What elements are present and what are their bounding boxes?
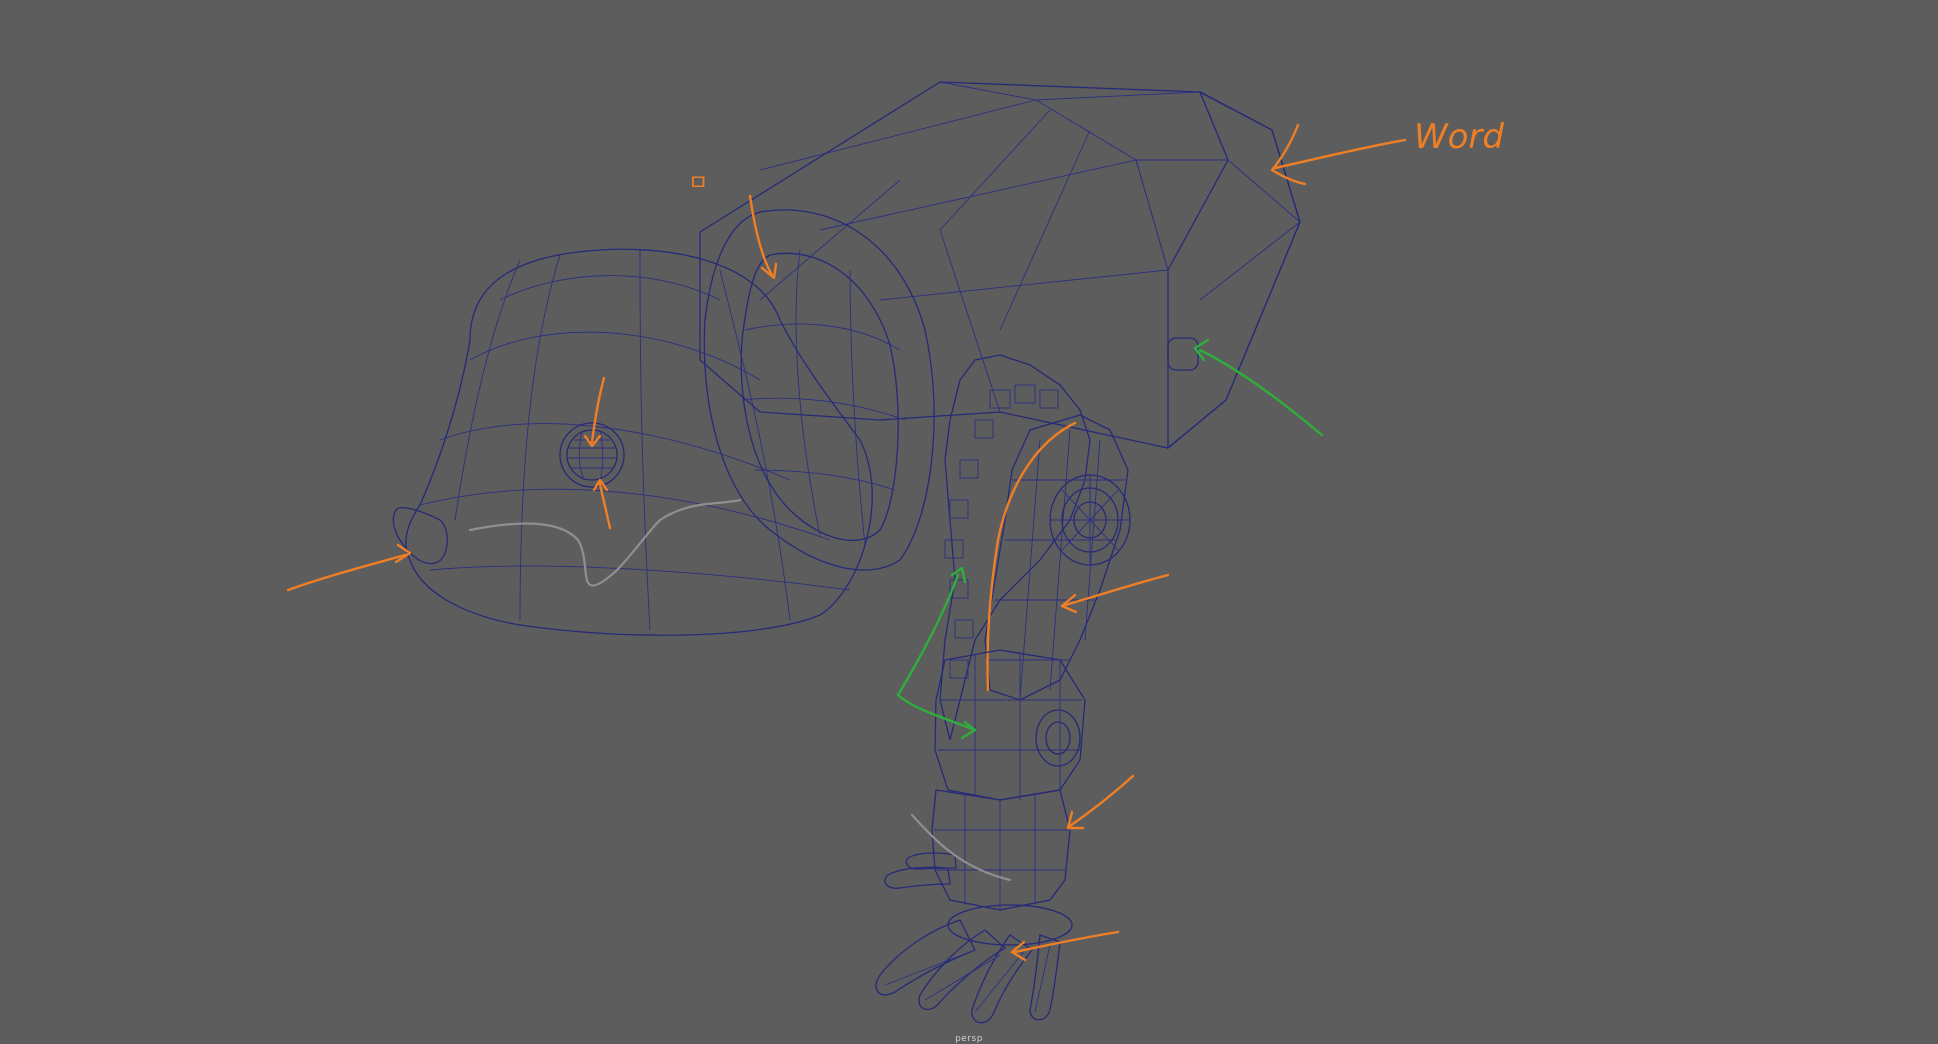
arrow-body-back (1273, 138, 1407, 170)
arrowhead-body-back (1270, 123, 1307, 186)
arrow-lower-leg (1068, 774, 1135, 828)
arrow-nose (286, 553, 407, 592)
arrow-foot (1013, 930, 1120, 954)
head-mesh[interactable] (392, 248, 873, 636)
gray-ink-stroke (468, 498, 742, 587)
joint-disc-mesh[interactable] (1049, 474, 1131, 566)
note-right: Word (1414, 117, 1504, 157)
annotation-layer: ㅁ Word (286, 117, 1504, 962)
green-arrow-button (1198, 348, 1324, 437)
note-top: ㅁ (688, 171, 708, 196)
ear-mesh[interactable] (703, 209, 935, 571)
side-button-mesh[interactable] (1167, 337, 1199, 371)
leg-mesh[interactable] (875, 354, 1131, 1024)
camera-label: persp (955, 1034, 983, 1044)
3d-model-render[interactable]: ㅁ Word (0, 0, 1938, 1044)
green-arrowhead-gear-bottom (960, 720, 977, 740)
maya-perspective-viewport[interactable]: ㅁ Word persp (0, 0, 1938, 1044)
eye-mesh[interactable] (559, 422, 625, 488)
body-mesh[interactable] (699, 81, 1301, 450)
arrow-leg-plate (1063, 573, 1170, 607)
foot-mesh[interactable] (875, 852, 1061, 1024)
arrowhead-nose (394, 543, 412, 564)
